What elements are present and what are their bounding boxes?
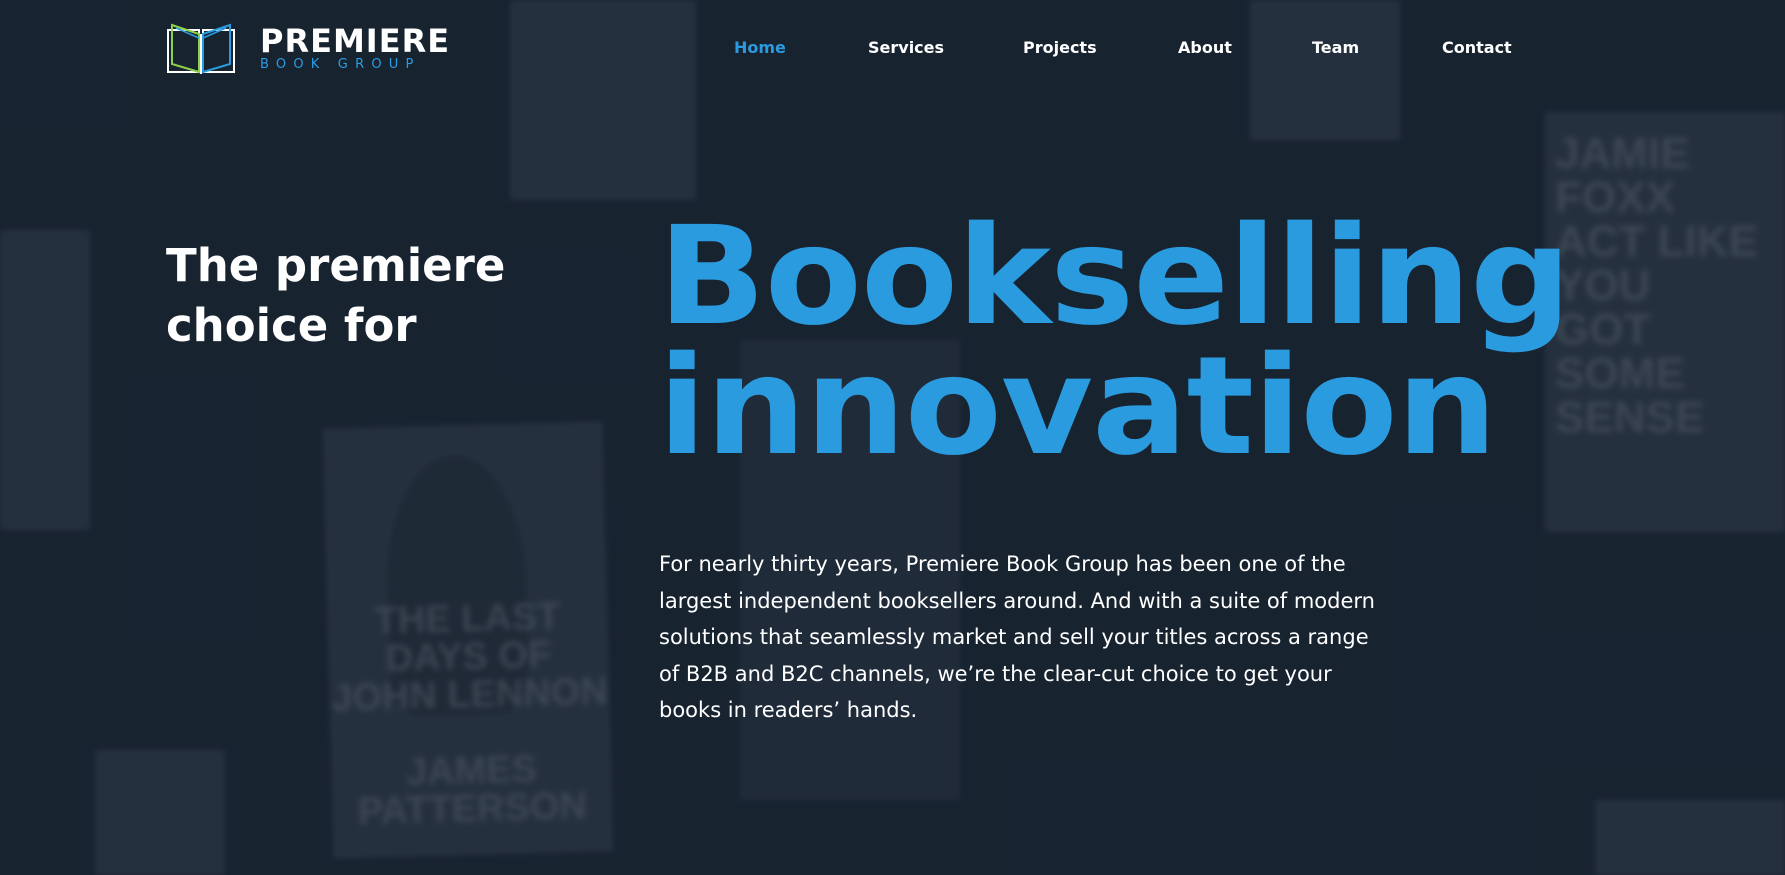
nav-item-team[interactable]: Team <box>1312 38 1359 57</box>
page: THE LAST DAYS OF JOHN LENNON JAMES PATTE… <box>0 0 1785 875</box>
logo-name: PREMIERE <box>260 22 451 60</box>
hero-tagline-line-2: choice for <box>166 299 417 352</box>
logo-subtitle: BOOK GROUP <box>260 57 421 72</box>
nav-item-home[interactable]: Home <box>734 38 786 57</box>
hero-tagline-line-1: The premiere <box>166 239 506 292</box>
hero-headline-line-2: innovation <box>658 328 1497 486</box>
nav-item-contact[interactable]: Contact <box>1442 38 1512 57</box>
hero-headline: Bookselling innovation <box>658 209 1571 475</box>
hero-tagline: The premiere choice for <box>166 236 566 356</box>
hero-headline-line-1: Bookselling <box>658 198 1571 356</box>
hero-description: For nearly thirty years, Premiere Book G… <box>659 552 1375 722</box>
logo[interactable]: PREMIERE BOOK GROUP <box>166 22 450 76</box>
nav-item-projects[interactable]: Projects <box>1023 38 1097 57</box>
nav-item-services[interactable]: Services <box>868 38 944 57</box>
open-book-icon <box>167 23 235 74</box>
nav-item-about[interactable]: About <box>1178 38 1232 57</box>
